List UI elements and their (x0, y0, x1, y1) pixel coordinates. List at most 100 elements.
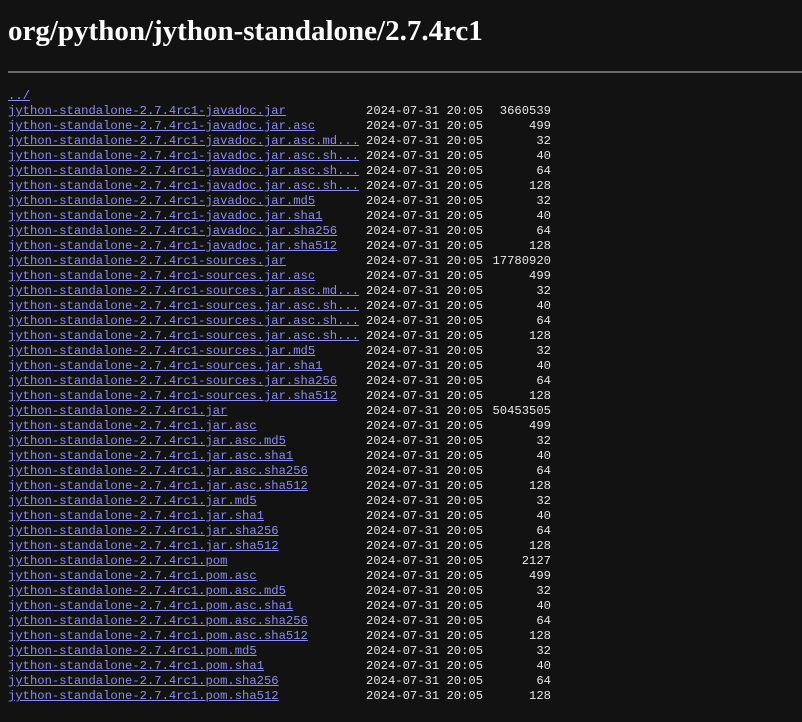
file-size: 32 (536, 434, 551, 448)
file-link[interactable]: jython-standalone-2.7.4rc1.pom (8, 554, 366, 569)
file-listing: ../ jython-standalone-2.7.4rc1-javadoc.j… (8, 89, 802, 704)
file-size: 2127 (521, 554, 551, 568)
file-row: jython-standalone-2.7.4rc1.pom.asc.sha25… (8, 614, 802, 629)
file-size: 40 (536, 359, 551, 373)
file-row: jython-standalone-2.7.4rc1.jar.asc 2024-0… (8, 419, 802, 434)
file-row: jython-standalone-2.7.4rc1-javadoc.jar.s… (8, 239, 802, 254)
file-link[interactable]: jython-standalone-2.7.4rc1.pom.sha512 (8, 689, 366, 704)
file-row: jython-standalone-2.7.4rc1.jar.asc.sha1 2… (8, 449, 802, 464)
file-link[interactable]: jython-standalone-2.7.4rc1-javadoc.jar.s… (8, 239, 366, 254)
file-link[interactable]: jython-standalone-2.7.4rc1-javadoc.jar.a… (8, 119, 366, 134)
file-link[interactable]: jython-standalone-2.7.4rc1.pom.asc.sha51… (8, 629, 366, 644)
file-link[interactable]: jython-standalone-2.7.4rc1.pom.asc (8, 569, 366, 584)
file-date: 2024-07-31 20:05 (366, 494, 484, 508)
file-date: 2024-07-31 20:05 (366, 134, 484, 148)
file-link[interactable]: jython-standalone-2.7.4rc1-sources.jar (8, 254, 366, 269)
file-link[interactable]: jython-standalone-2.7.4rc1.pom.asc.sha25… (8, 614, 366, 629)
file-size: 64 (536, 224, 551, 238)
file-date: 2024-07-31 20:05 (366, 149, 484, 163)
file-date: 2024-07-31 20:05 (366, 464, 484, 478)
file-link[interactable]: jython-standalone-2.7.4rc1-javadoc.jar.m… (8, 194, 366, 209)
file-link[interactable]: jython-standalone-2.7.4rc1.jar.asc.sha51… (8, 479, 366, 494)
file-date: 2024-07-31 20:05 (366, 524, 484, 538)
file-size: 128 (529, 179, 551, 193)
file-size: 40 (536, 509, 551, 523)
file-row: jython-standalone-2.7.4rc1-javadoc.jar 20… (8, 104, 802, 119)
file-date: 2024-07-31 20:05 (366, 179, 484, 193)
file-link[interactable]: jython-standalone-2.7.4rc1-javadoc.jar.a… (8, 134, 366, 149)
file-size: 128 (529, 539, 551, 553)
file-size: 499 (529, 119, 551, 133)
file-date: 2024-07-31 20:05 (366, 239, 484, 253)
file-link[interactable]: jython-standalone-2.7.4rc1-javadoc.jar (8, 104, 366, 119)
file-link[interactable]: jython-standalone-2.7.4rc1-sources.jar.a… (8, 329, 366, 344)
file-link[interactable]: jython-standalone-2.7.4rc1-sources.jar.a… (8, 314, 366, 329)
file-link[interactable]: jython-standalone-2.7.4rc1.jar.sha256 (8, 524, 366, 539)
file-row: jython-standalone-2.7.4rc1-sources.jar.a… (8, 284, 802, 299)
file-size: 50453505 (492, 404, 551, 418)
file-date: 2024-07-31 20:05 (366, 614, 484, 628)
file-link[interactable]: jython-standalone-2.7.4rc1-sources.jar.s… (8, 389, 366, 404)
file-link[interactable]: jython-standalone-2.7.4rc1.jar.sha512 (8, 539, 366, 554)
file-link[interactable]: jython-standalone-2.7.4rc1-sources.jar.a… (8, 284, 366, 299)
file-size: 499 (529, 269, 551, 283)
file-row: jython-standalone-2.7.4rc1-sources.jar.a… (8, 269, 802, 284)
file-link[interactable]: jython-standalone-2.7.4rc1.pom.asc.sha1 (8, 599, 366, 614)
file-size: 32 (536, 344, 551, 358)
file-size: 128 (529, 629, 551, 643)
file-row: jython-standalone-2.7.4rc1-javadoc.jar.a… (8, 119, 802, 134)
file-size: 17780920 (492, 254, 551, 268)
file-link[interactable]: jython-standalone-2.7.4rc1.pom.sha1 (8, 659, 366, 674)
file-size: 128 (529, 239, 551, 253)
file-size: 32 (536, 494, 551, 508)
file-row: jython-standalone-2.7.4rc1.pom.asc.md5 20… (8, 584, 802, 599)
file-link[interactable]: jython-standalone-2.7.4rc1.jar.asc (8, 419, 366, 434)
file-size: 128 (529, 329, 551, 343)
file-date: 2024-07-31 20:05 (366, 419, 484, 433)
parent-row: ../ (8, 89, 802, 104)
file-link[interactable]: jython-standalone-2.7.4rc1-javadoc.jar.s… (8, 209, 366, 224)
file-link[interactable]: jython-standalone-2.7.4rc1.jar.md5 (8, 494, 366, 509)
file-link[interactable]: jython-standalone-2.7.4rc1-javadoc.jar.a… (8, 149, 366, 164)
file-date: 2024-07-31 20:05 (366, 629, 484, 643)
file-link[interactable]: jython-standalone-2.7.4rc1-sources.jar.a… (8, 269, 366, 284)
file-link[interactable]: jython-standalone-2.7.4rc1.jar.asc.sha25… (8, 464, 366, 479)
file-link[interactable]: jython-standalone-2.7.4rc1.pom.sha256 (8, 674, 366, 689)
file-size: 128 (529, 689, 551, 703)
file-date: 2024-07-31 20:05 (366, 659, 484, 673)
file-link[interactable]: jython-standalone-2.7.4rc1.pom.md5 (8, 644, 366, 659)
file-link[interactable]: jython-standalone-2.7.4rc1.pom.asc.md5 (8, 584, 366, 599)
file-link[interactable]: jython-standalone-2.7.4rc1-javadoc.jar.a… (8, 164, 366, 179)
file-row: jython-standalone-2.7.4rc1-sources.jar.a… (8, 299, 802, 314)
file-date: 2024-07-31 20:05 (366, 434, 484, 448)
file-link[interactable]: jython-standalone-2.7.4rc1.jar.sha1 (8, 509, 366, 524)
page-title: org/python/jython-standalone/2.7.4rc1 (8, 15, 483, 47)
file-row: jython-standalone-2.7.4rc1-sources.jar.a… (8, 314, 802, 329)
file-link[interactable]: jython-standalone-2.7.4rc1.jar (8, 404, 366, 419)
parent-directory-link[interactable]: ../ (8, 89, 366, 104)
file-row: jython-standalone-2.7.4rc1-javadoc.jar.a… (8, 164, 802, 179)
file-row: jython-standalone-2.7.4rc1.pom.asc.sha51… (8, 629, 802, 644)
file-size: 64 (536, 614, 551, 628)
file-link[interactable]: jython-standalone-2.7.4rc1-sources.jar.s… (8, 359, 366, 374)
file-size: 499 (529, 419, 551, 433)
file-size: 3660539 (499, 104, 551, 118)
file-size: 128 (529, 389, 551, 403)
file-link[interactable]: jython-standalone-2.7.4rc1-javadoc.jar.s… (8, 224, 366, 239)
file-row: jython-standalone-2.7.4rc1.jar 2024-07-31… (8, 404, 802, 419)
file-link[interactable]: jython-standalone-2.7.4rc1-sources.jar.a… (8, 299, 366, 314)
file-date: 2024-07-31 20:05 (366, 389, 484, 403)
file-link[interactable]: jython-standalone-2.7.4rc1.jar.asc.md5 (8, 434, 366, 449)
file-row: jython-standalone-2.7.4rc1.pom.asc 2024-0… (8, 569, 802, 584)
file-row: jython-standalone-2.7.4rc1.pom.sha256 202… (8, 674, 802, 689)
file-date: 2024-07-31 20:05 (366, 404, 484, 418)
file-size: 40 (536, 299, 551, 313)
file-date: 2024-07-31 20:05 (366, 269, 484, 283)
file-link[interactable]: jython-standalone-2.7.4rc1-sources.jar.m… (8, 344, 366, 359)
file-link[interactable]: jython-standalone-2.7.4rc1.jar.asc.sha1 (8, 449, 366, 464)
file-row: jython-standalone-2.7.4rc1.jar.md5 2024-0… (8, 494, 802, 509)
file-date: 2024-07-31 20:05 (366, 194, 484, 208)
file-link[interactable]: jython-standalone-2.7.4rc1-javadoc.jar.a… (8, 179, 366, 194)
file-link[interactable]: jython-standalone-2.7.4rc1-sources.jar.s… (8, 374, 366, 389)
file-size: 64 (536, 164, 551, 178)
